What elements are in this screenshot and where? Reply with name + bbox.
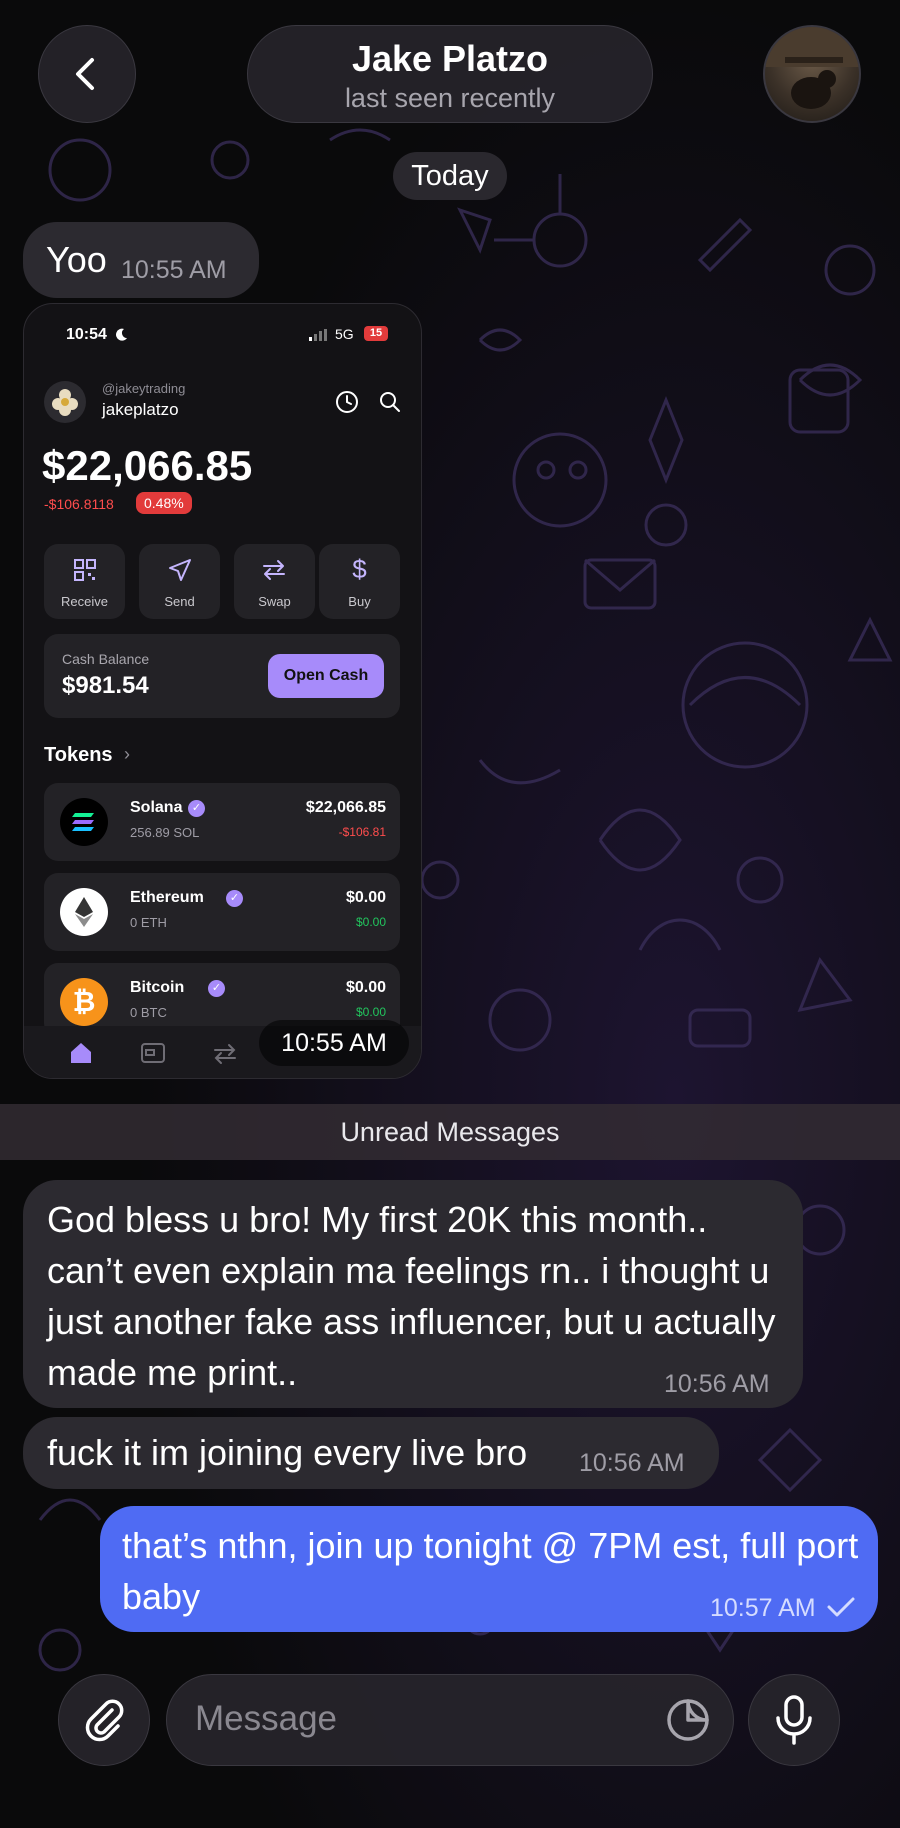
token-name: Solana	[130, 799, 183, 816]
message-text: fuck it im joining every live bro	[47, 1432, 528, 1473]
message-time: 10:56 AM	[579, 1449, 685, 1477]
token-amount: 256.89 SOL	[130, 825, 200, 840]
token-delta: -$106.81	[338, 825, 386, 839]
verified-icon: ✓	[208, 980, 225, 997]
swap-label: Swap	[258, 594, 291, 609]
flower-icon	[52, 389, 78, 416]
message-placeholder: Message	[195, 1699, 338, 1738]
message-bubble-incoming[interactable]: God bless u bro! My first 20K this month…	[23, 1180, 803, 1408]
token-value: $0.00	[345, 979, 386, 996]
token-row: Ethereum ✓ 0 ETH $0.00 $0.00	[44, 873, 400, 951]
token-value: $0.00	[345, 889, 386, 906]
wallet-username: jakeplatzo	[102, 400, 179, 419]
microphone-icon	[776, 1695, 812, 1745]
buy-button: $ Buy	[319, 544, 400, 619]
token-row: Solana ✓ 256.89 SOL $22,066.85 -$106.81	[44, 783, 400, 861]
contact-header[interactable]: Jake Platzo last seen recently	[247, 25, 653, 123]
swap-tab-icon	[214, 1044, 236, 1064]
bitcoin-icon: ₿	[60, 978, 108, 1026]
date-chip: Today	[393, 152, 507, 200]
open-cash-button: Open Cash	[268, 654, 384, 698]
cash-balance-card: Cash Balance $981.54 Open Cash	[44, 634, 400, 718]
message-time: 10:56 AM	[664, 1370, 770, 1398]
ethereum-icon	[60, 888, 108, 936]
wallet-balance: $22,066.85	[42, 442, 253, 489]
check-icon	[827, 1597, 855, 1617]
wallet-handle: @jakeytrading	[102, 381, 186, 396]
qr-code-icon	[74, 559, 96, 581]
token-name: Ethereum	[130, 889, 204, 906]
photo-time: 10:55 AM	[259, 1020, 409, 1066]
avatar-photo	[765, 27, 859, 109]
message-text: God bless u bro! My first 20K this month…	[47, 1199, 776, 1393]
signal-icon	[309, 329, 327, 341]
back-chevron-icon	[76, 58, 94, 90]
buy-label: Buy	[348, 594, 371, 609]
card-icon	[141, 1043, 165, 1063]
send-button: Send	[139, 544, 220, 619]
token-value: $22,066.85	[305, 799, 386, 816]
cash-balance-value: $981.54	[62, 672, 149, 699]
token-name: Bitcoin	[130, 979, 185, 996]
battery-indicator: 15	[364, 326, 388, 341]
dollar-icon: $	[352, 554, 367, 584]
token-amount: 0 ETH	[130, 915, 167, 930]
message-input[interactable]: Message	[166, 1674, 734, 1766]
cash-balance-label: Cash Balance	[62, 651, 150, 667]
attach-button[interactable]	[58, 1674, 150, 1766]
swap-icon	[263, 560, 285, 580]
balance-change-percent: 0.48%	[136, 492, 192, 514]
message-bubble-incoming[interactable]: Yoo 10:55 AM	[23, 222, 259, 298]
back-button[interactable]	[38, 25, 136, 123]
message-time: 10:55 AM	[121, 256, 227, 284]
swap-button: Swap	[234, 544, 315, 619]
wallet-avatar	[44, 381, 86, 423]
verified-icon: ✓	[188, 800, 205, 817]
receive-button: Receive	[44, 544, 125, 619]
contact-name: Jake Platzo	[351, 38, 549, 79]
avatar[interactable]	[763, 25, 861, 123]
token-delta: $0.00	[355, 1005, 386, 1019]
message-bubble-incoming[interactable]: fuck it im joining every live bro 10:56 …	[23, 1417, 719, 1489]
solana-icon	[60, 798, 108, 846]
moon-icon	[116, 328, 127, 341]
paperclip-icon	[85, 1699, 124, 1742]
message-time: 10:57 AM	[710, 1594, 816, 1622]
sticker-icon[interactable]	[665, 1697, 711, 1743]
verified-icon: ✓	[226, 890, 243, 907]
send-label: Send	[164, 594, 195, 609]
photo-message[interactable]: 10:54 5G 15 @jakeytrading jakeplatzo $22…	[23, 303, 422, 1079]
microphone-button[interactable]	[748, 1674, 840, 1766]
unread-messages-divider: Unread Messages	[0, 1104, 900, 1160]
message-bubble-outgoing[interactable]: that’s nthn, join up tonight @ 7PM est, …	[100, 1506, 878, 1632]
balance-change: -$106.8118	[44, 496, 114, 512]
network-type: 5G	[335, 326, 354, 342]
tokens-heading: Tokens	[44, 744, 113, 766]
chevron-right-icon: ›	[124, 744, 130, 764]
message-text: Yoo	[46, 239, 107, 280]
clock-icon	[336, 391, 358, 413]
receive-label: Receive	[61, 594, 108, 609]
home-icon	[71, 1043, 91, 1063]
search-icon	[380, 392, 400, 412]
contact-status: last seen recently	[344, 83, 556, 113]
token-amount: 0 BTC	[130, 1005, 167, 1020]
token-delta: $0.00	[355, 915, 386, 929]
photo-status-time: 10:54	[66, 326, 107, 343]
send-icon	[169, 559, 191, 581]
